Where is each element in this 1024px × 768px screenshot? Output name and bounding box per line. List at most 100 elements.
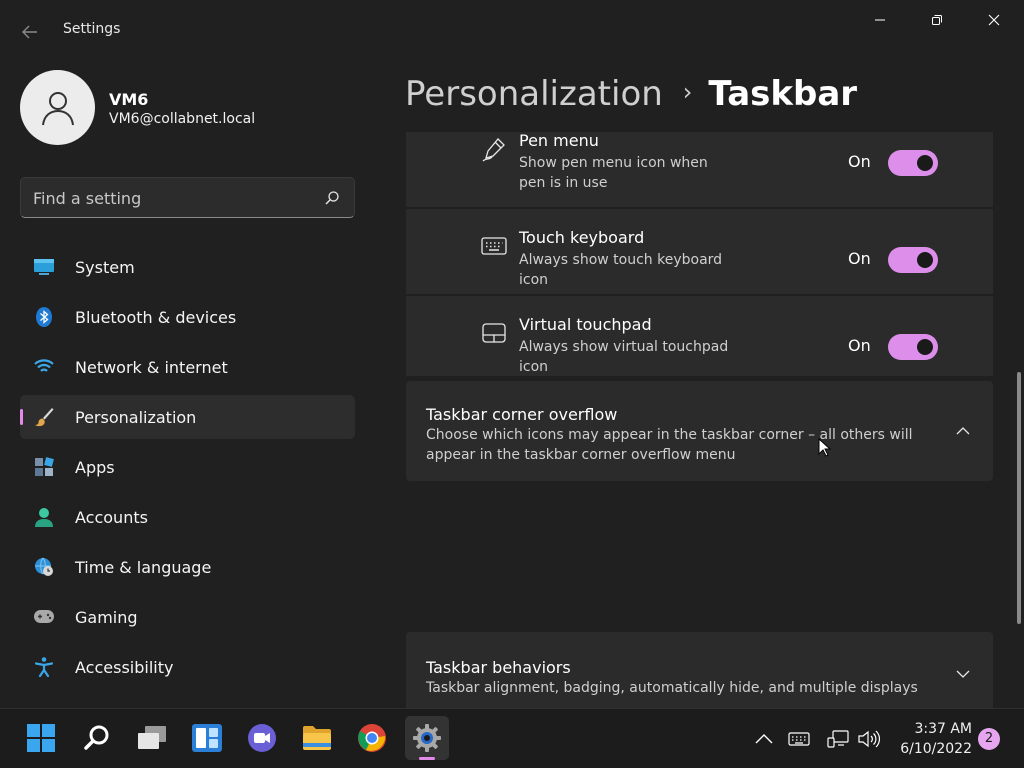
file-explorer-button[interactable] (295, 716, 339, 760)
close-icon (988, 14, 1000, 26)
setting-description: Show pen menu icon when pen is in use (519, 155, 708, 191)
chat-icon (248, 724, 276, 752)
section-description: Choose which icons may appear in the tas… (426, 427, 913, 463)
widgets-button[interactable] (185, 716, 229, 760)
task-view-icon (138, 726, 166, 749)
minimize-button[interactable] (858, 4, 902, 36)
sidebar-item-label: Gaming (75, 608, 138, 627)
gear-icon (413, 724, 441, 752)
minimize-icon (875, 19, 885, 21)
avatar[interactable] (20, 70, 95, 145)
search-icon[interactable] (324, 190, 340, 210)
pen-icon (480, 136, 508, 164)
touchpad-icon (480, 319, 508, 347)
breadcrumb: Personalization › Taskbar (405, 74, 857, 114)
taskbar-behaviors-section[interactable]: Taskbar behaviors Taskbar alignment, bad… (406, 632, 993, 708)
start-button[interactable] (19, 716, 63, 760)
setting-virtual-touchpad: Virtual touchpad Always show virtual tou… (406, 296, 993, 376)
search-input[interactable] (33, 186, 313, 210)
sidebar-nav: System Bluetooth & devices Network & int… (20, 245, 355, 695)
settings-content: Pen menu Show pen menu icon when pen is … (406, 132, 994, 708)
accessibility-icon (34, 657, 54, 677)
setting-title: Pen menu (519, 132, 599, 150)
globe-clock-icon (34, 557, 54, 577)
section-description: Taskbar alignment, badging, automaticall… (426, 680, 918, 696)
sidebar-item-gaming[interactable]: Gaming (20, 595, 355, 639)
section-title: Taskbar behaviors (426, 658, 571, 677)
pen-menu-toggle[interactable] (888, 150, 938, 176)
maximize-icon (932, 15, 942, 25)
clock-date: 6/10/2022 (900, 741, 972, 757)
sidebar-item-apps[interactable]: Apps (20, 445, 355, 489)
search-box[interactable] (20, 177, 355, 218)
maximize-button[interactable] (915, 4, 959, 36)
setting-pen-menu: Pen menu Show pen menu icon when pen is … (406, 132, 993, 207)
setting-description: Always show touch keyboard icon (519, 252, 723, 288)
breadcrumb-parent[interactable]: Personalization (405, 74, 663, 114)
sidebar-item-bluetooth[interactable]: Bluetooth & devices (20, 295, 355, 339)
user-name: VM6 (109, 90, 149, 109)
sidebar-item-personalization[interactable]: Personalization (20, 395, 355, 439)
wifi-icon (34, 357, 54, 377)
sidebar-item-label: Network & internet (75, 358, 228, 377)
sidebar-item-label: Accessibility (75, 658, 174, 677)
gamepad-icon (34, 607, 54, 627)
sidebar-item-label: Bluetooth & devices (75, 308, 237, 327)
touch-keyboard-toggle[interactable] (888, 247, 938, 273)
keyboard-icon[interactable] (787, 727, 811, 751)
section-title: Taskbar corner overflow (426, 405, 618, 424)
taskbar-search-button[interactable] (75, 716, 119, 760)
chevron-down-icon[interactable] (952, 663, 974, 685)
account-icon (34, 507, 54, 527)
notification-badge[interactable]: 2 (978, 728, 1000, 750)
search-icon (84, 725, 109, 750)
toggle-state-label: On (848, 336, 871, 355)
taskbar-corner-overflow-section[interactable]: Taskbar corner overflow Choose which ico… (406, 381, 993, 481)
chevron-up-icon[interactable] (752, 727, 776, 751)
setting-title: Touch keyboard (519, 228, 645, 247)
chat-button[interactable] (240, 716, 284, 760)
taskbar: 3:37 AM 6/10/2022 2 (0, 708, 1024, 768)
toggle-state-label: On (848, 152, 871, 171)
sidebar-item-label: Personalization (75, 408, 197, 427)
virtual-touchpad-toggle[interactable] (888, 334, 938, 360)
sidebar-item-label: Time & language (75, 558, 212, 577)
scrollbar-thumb[interactable] (1017, 372, 1021, 624)
sidebar-item-time-language[interactable]: Time & language (20, 545, 355, 589)
sidebar-item-network[interactable]: Network & internet (20, 345, 355, 389)
sidebar-item-accessibility[interactable]: Accessibility (20, 645, 355, 689)
close-button[interactable] (972, 4, 1016, 36)
folder-icon (303, 726, 331, 750)
user-avatar-icon (41, 91, 74, 125)
setting-title: Virtual touchpad (519, 315, 652, 334)
system-clock[interactable]: 3:37 AM 6/10/2022 (890, 719, 972, 759)
sidebar-item-accounts[interactable]: Accounts (20, 495, 355, 539)
system-icon (34, 257, 54, 277)
chrome-icon (358, 724, 386, 752)
sidebar-item-system[interactable]: System (20, 245, 355, 289)
chevron-up-icon[interactable] (952, 420, 974, 442)
back-button[interactable] (16, 18, 44, 46)
toggle-knob (917, 155, 933, 171)
volume-icon[interactable] (857, 727, 881, 751)
toggle-knob (917, 339, 933, 355)
title-bar: Settings (0, 0, 1024, 60)
setting-description: Always show virtual touchpad icon (519, 339, 729, 375)
sidebar-item-label: Apps (75, 458, 115, 477)
page-title: Taskbar (708, 74, 858, 114)
toggle-knob (917, 252, 933, 268)
user-email: VM6@collabnet.local (109, 111, 256, 127)
widgets-icon (192, 724, 222, 752)
sidebar-item-label: Accounts (75, 508, 148, 527)
back-arrow-icon (22, 25, 37, 39)
windows-start-icon (27, 724, 55, 752)
apps-icon (34, 457, 54, 477)
network-icon[interactable] (826, 727, 850, 751)
toggle-state-label: On (848, 249, 871, 268)
task-view-button[interactable] (130, 716, 174, 760)
chrome-button[interactable] (350, 716, 394, 760)
setting-touch-keyboard: Touch keyboard Always show touch keyboar… (406, 209, 993, 294)
clock-time: 3:37 AM (914, 721, 972, 737)
keyboard-icon (480, 232, 508, 260)
settings-app-button[interactable] (405, 716, 449, 760)
